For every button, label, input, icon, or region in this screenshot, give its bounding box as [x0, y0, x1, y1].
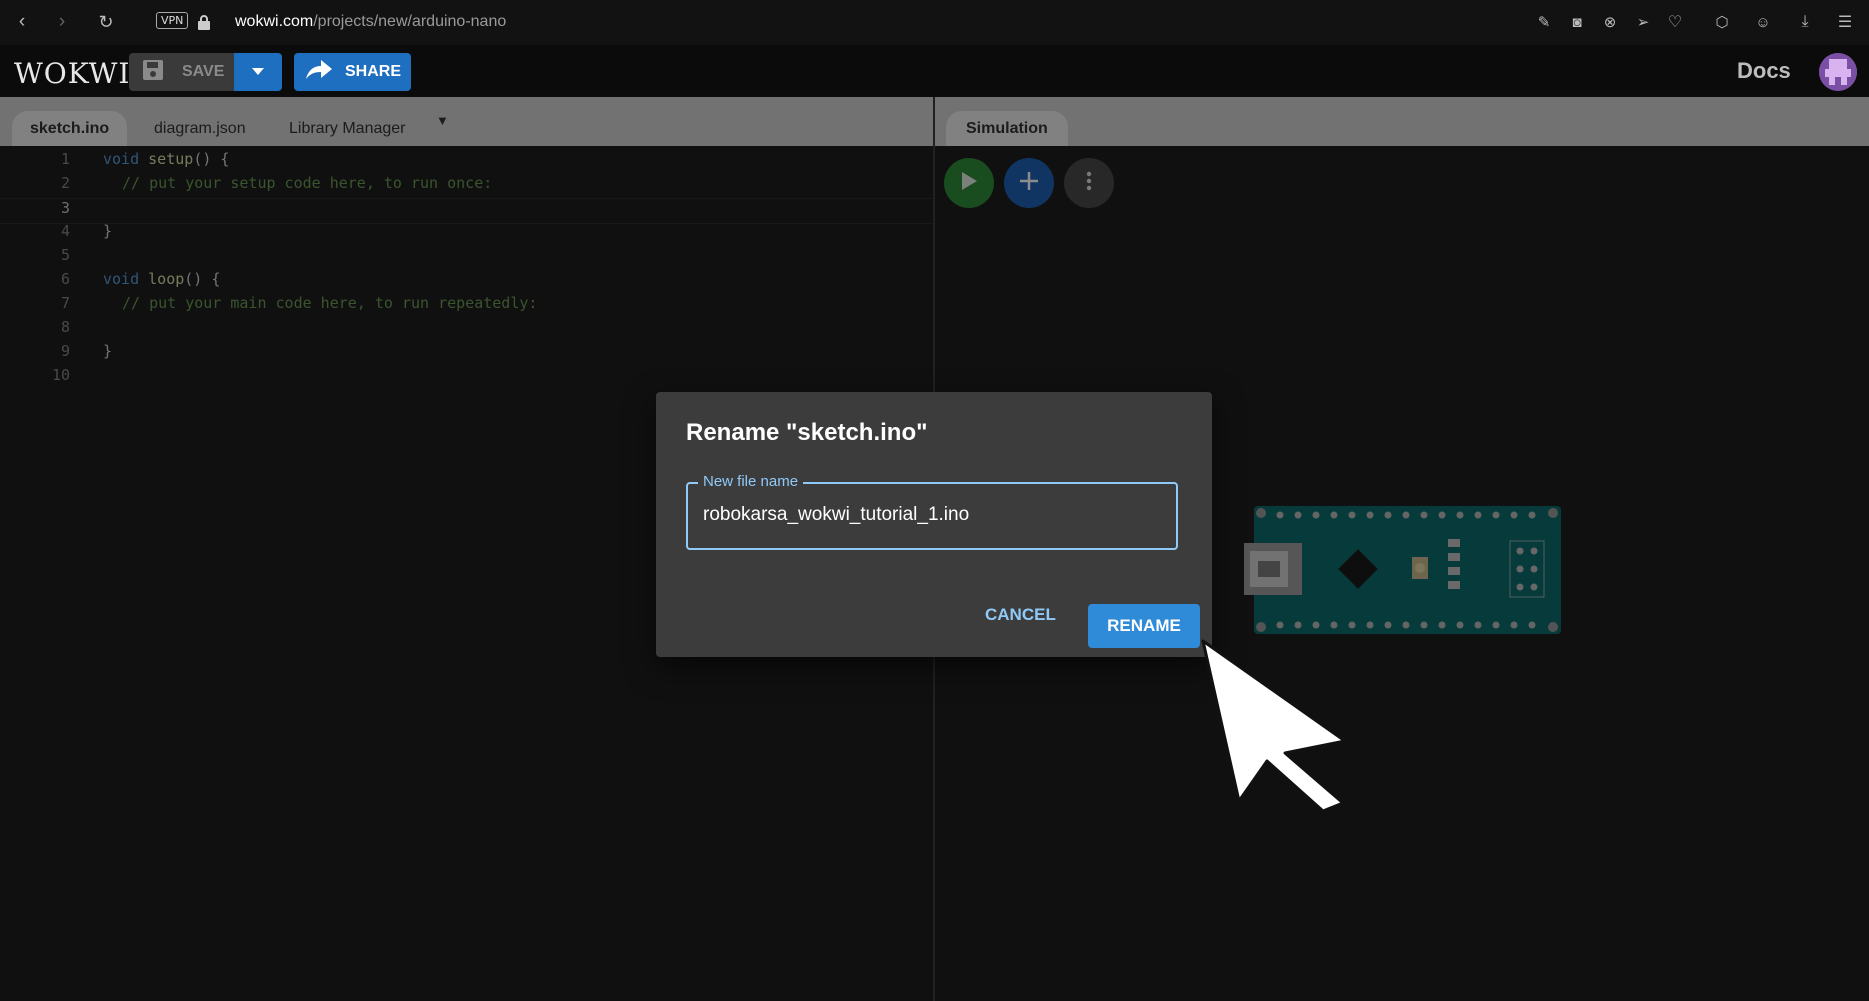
caret-down-icon — [252, 63, 264, 81]
dialog-title: Rename "sketch.ino" — [686, 419, 928, 446]
new-file-name-input[interactable] — [703, 504, 1153, 526]
heart-icon[interactable]: ♡ — [1664, 11, 1686, 33]
settings-icon[interactable]: ☰ — [1834, 11, 1856, 33]
account-icon[interactable]: ☺ — [1752, 11, 1774, 33]
save-button[interactable]: SAVE — [129, 53, 234, 91]
new-file-name-field[interactable]: New file name — [686, 473, 1178, 550]
rename-dialog: Rename "sketch.ino" New file name CANCEL… — [656, 392, 1212, 657]
edit-page-icon[interactable]: ✎ — [1533, 11, 1555, 33]
cancel-button[interactable]: CANCEL — [985, 605, 1056, 625]
lock-icon[interactable] — [193, 11, 215, 33]
wokwi-logo[interactable]: WOKWI — [14, 57, 131, 90]
url-host: wokwi.com — [235, 13, 314, 30]
floppy-icon — [142, 59, 164, 86]
vpn-badge[interactable]: VPN — [156, 12, 189, 29]
reload-icon[interactable]: ↻ — [95, 11, 117, 33]
cube-icon[interactable]: ⬡ — [1711, 11, 1733, 33]
url-path: /projects/new/arduino-nano — [313, 13, 507, 30]
avatar[interactable] — [1819, 53, 1857, 91]
save-label: SAVE — [182, 63, 225, 80]
docs-link[interactable]: Docs — [1737, 58, 1791, 84]
forward-icon[interactable]: › — [51, 11, 73, 33]
browser-toolbar: ‹ › ↻ VPN wokwi.com/projects/new/arduino… — [0, 0, 1869, 45]
send-icon[interactable]: ➢ — [1632, 11, 1654, 33]
field-label: New file name — [698, 473, 804, 490]
back-icon[interactable]: ‹ — [11, 11, 33, 33]
save-dropdown-button[interactable] — [234, 53, 282, 91]
camera-icon[interactable]: ◙ — [1566, 11, 1588, 33]
share-arrow-icon — [306, 59, 332, 85]
download-icon[interactable]: ⤓ — [1794, 11, 1816, 33]
shield-icon[interactable]: ⊗ — [1599, 11, 1621, 33]
mouse-pointer-icon — [1201, 639, 1347, 813]
share-button[interactable]: SHARE — [294, 53, 411, 91]
rename-button[interactable]: RENAME — [1088, 604, 1200, 648]
address-bar[interactable]: wokwi.com/projects/new/arduino-nano — [235, 13, 506, 31]
app-header: WOKWI SAVE SHARE Docs — [0, 45, 1869, 97]
share-label: SHARE — [345, 63, 402, 80]
